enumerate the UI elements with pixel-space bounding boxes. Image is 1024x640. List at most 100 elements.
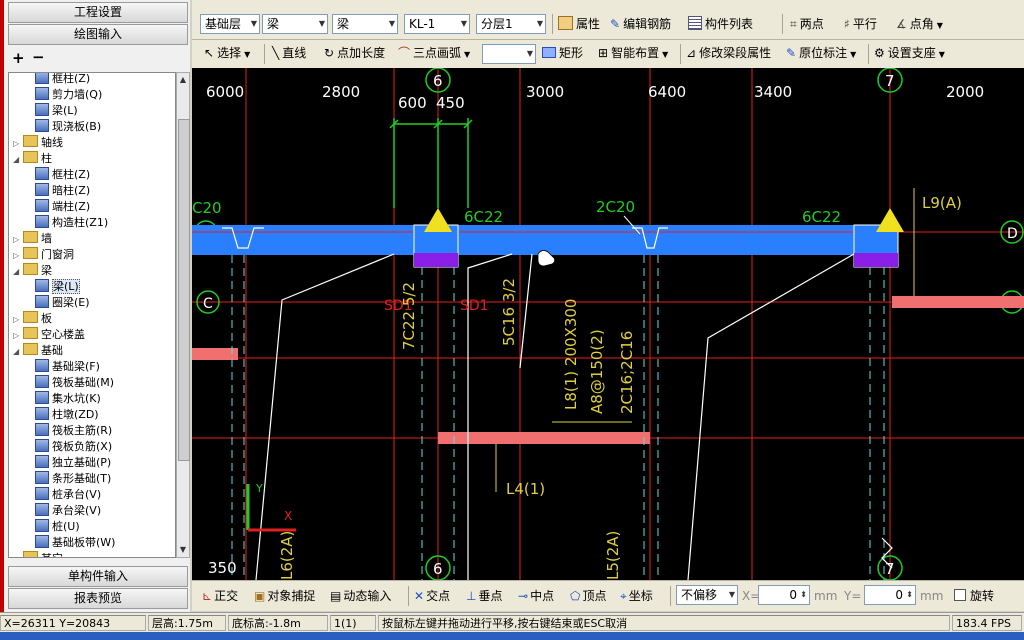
- tree-toggle-icon[interactable]: ◢: [13, 344, 23, 360]
- select-button[interactable]: ↖ 选择 ▼: [204, 42, 250, 64]
- scroll-up-icon[interactable]: ▲: [177, 73, 189, 87]
- parallel-button[interactable]: ♯ 平行: [844, 13, 877, 35]
- tree-item[interactable]: 基础板带(W): [35, 535, 115, 551]
- three-point-arc-button[interactable]: ⌒ 三点画弧 ▼: [398, 42, 470, 64]
- line-button[interactable]: ╲ 直线: [272, 42, 306, 64]
- floor-select[interactable]: 基础层 ▼: [200, 14, 260, 34]
- tree-item[interactable]: 基础梁(F): [35, 359, 100, 375]
- add-icon[interactable]: +: [12, 49, 25, 67]
- remove-icon[interactable]: −: [32, 48, 45, 66]
- tree-item[interactable]: ◢ 梁: [13, 263, 52, 279]
- vertex-snap-button[interactable]: ⬠ 顶点: [570, 585, 606, 607]
- drawing-canvas[interactable]: 6000 2800 600 450 3000 6400 3400 2000 6 …: [192, 68, 1024, 580]
- tree-item[interactable]: 暗柱(Z): [35, 183, 90, 199]
- tree-item[interactable]: 框柱(Z): [35, 73, 90, 87]
- ortho-button[interactable]: ⊾ 正交: [202, 585, 238, 607]
- tree-toggle-icon[interactable]: ▷: [13, 312, 23, 328]
- tree-item[interactable]: 筏板负筋(X): [35, 439, 112, 455]
- tree-item[interactable]: 承台梁(V): [35, 503, 101, 519]
- two-point-button[interactable]: ⌗ 两点: [790, 13, 824, 35]
- tree-item[interactable]: 集水坑(K): [35, 391, 101, 407]
- tree-scrollbar[interactable]: ▲ ▼: [176, 72, 190, 558]
- tree-item-label: 剪力墙(Q): [52, 88, 103, 101]
- tree-item[interactable]: 筏板基础(M): [35, 375, 114, 391]
- properties-button[interactable]: 属性: [558, 13, 600, 35]
- beam-l9[interactable]: [892, 296, 1024, 308]
- two-point-icon: ⌗: [790, 17, 797, 31]
- dim-2000: 2000: [946, 83, 984, 101]
- category-select[interactable]: 梁 ▼: [262, 14, 328, 34]
- scroll-thumb[interactable]: [178, 119, 190, 461]
- project-settings-button[interactable]: 工程设置: [8, 2, 188, 23]
- arc-label: 三点画弧: [413, 46, 462, 60]
- chevron-down-icon: ▼: [850, 50, 857, 59]
- tree-item[interactable]: 梁(L): [35, 103, 78, 119]
- single-component-input-button[interactable]: 单构件输入: [8, 566, 188, 587]
- object-snap-button[interactable]: ▣ 对象捕捉: [254, 585, 315, 607]
- tree-item[interactable]: ▷ 板: [13, 311, 52, 327]
- drawing-input-button[interactable]: 绘图输入: [8, 24, 188, 45]
- tree-item-label: 基础梁(F): [52, 360, 100, 373]
- report-preview-button[interactable]: 报表预览: [8, 588, 188, 609]
- scroll-down-icon[interactable]: ▼: [177, 543, 189, 557]
- coordinate-snap-button[interactable]: ⌖ 坐标: [620, 585, 653, 607]
- edit-rebar-button[interactable]: ✎ 编辑钢筋: [610, 13, 671, 35]
- tree-item[interactable]: 圈梁(E): [35, 295, 90, 311]
- tree-toggle-icon[interactable]: ▷: [13, 136, 23, 152]
- point-angle-button[interactable]: ∡ 点角 ▼: [896, 13, 943, 35]
- y-offset-input[interactable]: 0 ⬍: [864, 585, 916, 605]
- component-list-button[interactable]: 构件列表: [688, 13, 753, 35]
- folder-icon: [23, 247, 38, 259]
- component-select[interactable]: KL-1 ▼: [404, 14, 470, 34]
- tree-item[interactable]: 构造柱(Z1): [35, 215, 108, 231]
- tree-item[interactable]: 桩(U): [35, 519, 80, 535]
- offset-select[interactable]: 不偏移 ▼: [676, 585, 738, 605]
- component-tree[interactable]: 框柱(Z) 剪力墙(Q) 梁(L) 现浇板(B) ▷ 轴线 ◢ 柱框柱(Z) 暗柱(Z) 端柱(Z…: [8, 72, 176, 558]
- tree-item[interactable]: 筏板主筋(R): [35, 423, 112, 439]
- perpendicular-snap-button[interactable]: ⊥ 垂点: [466, 585, 502, 607]
- tree-item[interactable]: ◢ 基础: [13, 343, 63, 359]
- tree-item[interactable]: 剪力墙(Q): [35, 87, 102, 103]
- toolbar-separator: [670, 586, 671, 606]
- type-select[interactable]: 梁 ▼: [332, 14, 398, 34]
- tree-item[interactable]: ▷ 轴线: [13, 135, 63, 151]
- tree-item[interactable]: 现浇板(B): [35, 119, 101, 135]
- tree-toggle-icon[interactable]: ▷: [13, 552, 23, 557]
- tree-item[interactable]: 框柱(Z): [35, 167, 90, 183]
- tree-toggle-icon[interactable]: ◢: [13, 152, 23, 168]
- list-icon: [688, 16, 702, 30]
- point-length-button[interactable]: ↻ 点加长度: [324, 42, 385, 64]
- rectangle-button[interactable]: 矩形: [542, 42, 583, 64]
- tree-item[interactable]: ▷ 空心楼盖: [13, 327, 85, 343]
- set-support-button[interactable]: ⚙ 设置支座 ▼: [874, 42, 945, 64]
- dim-3000: 3000: [526, 83, 564, 101]
- tree-item[interactable]: 条形基础(T): [35, 471, 111, 487]
- modify-segment-button[interactable]: ⊿ 修改梁段属性: [686, 42, 771, 64]
- beam-l4[interactable]: [438, 432, 650, 444]
- tree-item[interactable]: 桩承台(V): [35, 487, 101, 503]
- left-panel: 工程设置 绘图输入 + − 框柱(Z) 剪力墙(Q) 梁(L) 现浇板(B) ▷ 轴线 ◢ 柱…: [4, 0, 190, 612]
- rotate-checkbox[interactable]: 旋转: [954, 585, 994, 607]
- tree-item[interactable]: 独立基础(P): [35, 455, 111, 471]
- layer-select[interactable]: 分层1 ▼: [476, 14, 546, 34]
- in-place-annotation-button[interactable]: ✎ 原位标注 ▼: [786, 42, 856, 64]
- tree-toggle-icon[interactable]: ▷: [13, 248, 23, 264]
- tree-item-label: 暗柱(Z): [52, 184, 91, 197]
- intersection-snap-button[interactable]: ✕ 交点: [414, 585, 450, 607]
- tree-toggle-icon[interactable]: ▷: [13, 328, 23, 344]
- tree-item[interactable]: ▷ 门窗洞: [13, 247, 74, 263]
- smart-layout-button[interactable]: ⊞ 智能布置 ▼: [598, 42, 668, 64]
- dynamic-input-button[interactable]: ▤ 动态输入: [330, 585, 391, 607]
- tree-item[interactable]: 梁(L): [35, 279, 80, 295]
- arc-option-select[interactable]: ▼: [482, 44, 536, 64]
- tree-item[interactable]: 端柱(Z): [35, 199, 90, 215]
- tree-toggle-icon[interactable]: ▷: [13, 232, 23, 248]
- midpoint-snap-button[interactable]: ⊸ 中点: [518, 585, 554, 607]
- tree-item[interactable]: 柱墩(ZD): [35, 407, 99, 423]
- tree-item[interactable]: ▷ 墙: [13, 231, 52, 247]
- tree-toggle-icon[interactable]: ◢: [13, 264, 23, 280]
- x-offset-input[interactable]: 0 ⬍: [758, 585, 810, 605]
- beam-left-stub[interactable]: [192, 348, 238, 360]
- tree-item[interactable]: ▷ 其它: [13, 551, 63, 557]
- tree-item[interactable]: ◢ 柱: [13, 151, 52, 167]
